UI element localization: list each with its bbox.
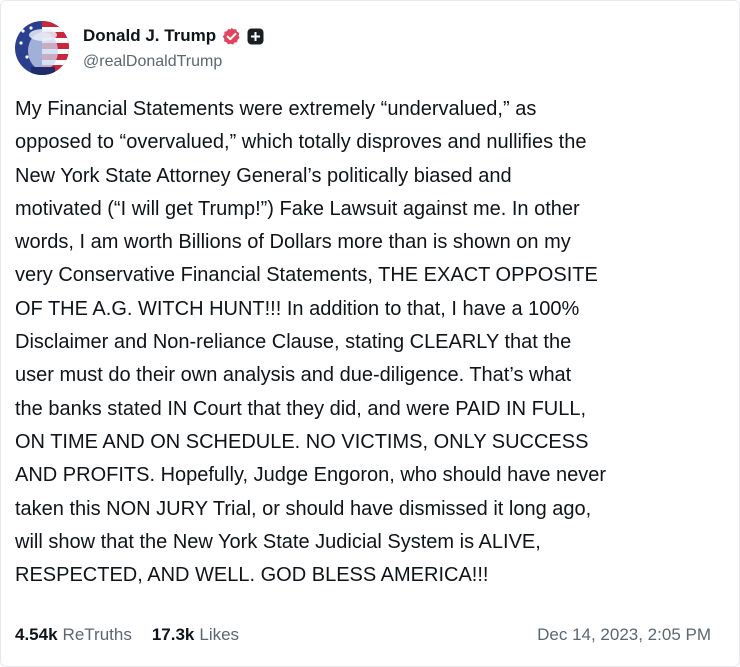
author-display-name[interactable]: Donald J. Trump — [83, 26, 216, 46]
post-text-line: AND PROFITS. Hopefully, Judge Engoron, w… — [15, 464, 607, 487]
post-card: Donald J. Trump @realDonaldTrump My Fina… — [0, 0, 740, 667]
retruths-count: 4.54k — [15, 625, 58, 644]
post-text-line: Disclaimer and Non-reliance Clause, stat… — [15, 331, 572, 354]
likes-stat[interactable]: 17.3k Likes — [152, 625, 239, 645]
likes-count: 17.3k — [151, 625, 195, 644]
post-text-line: very Conservative Financial Statements, … — [15, 264, 598, 287]
author-handle[interactable]: @realDonaldTrump — [83, 53, 264, 71]
name-row: Donald J. Trump — [83, 25, 264, 47]
post-footer: 4.54k ReTruths 17.3k Likes Dec 14, 2023,… — [15, 625, 711, 645]
post-text-line: New York State Attorney General’s politi… — [15, 164, 512, 187]
post-text-line: motivated (“I will get Trump!”) Fake Law… — [15, 197, 580, 220]
post-text-line: words, I am worth Billions of Dollars mo… — [15, 231, 571, 254]
post-text-line: OF THE A.G. WITCH HUNT!!! In addition to… — [15, 297, 580, 320]
post-text-line: will show that the New York State Judici… — [15, 530, 541, 553]
author-info: Donald J. Trump @realDonaldTrump — [83, 25, 264, 71]
plus-badge-icon — [247, 28, 264, 45]
post-text-line: RESPECTED, AND WELL. GOD BLESS AMERICA!!… — [15, 564, 489, 587]
post-timestamp[interactable]: Dec 14, 2023, 2:05 PM — [537, 625, 711, 645]
avatar-image — [15, 21, 69, 75]
retruths-stat[interactable]: 4.54k ReTruths — [15, 625, 132, 645]
post-text-line: the banks stated IN Court that they did,… — [15, 397, 587, 420]
likes-label: Likes — [199, 625, 240, 644]
verified-badge-icon — [222, 27, 241, 46]
post-body-text: My Financial Statements were extremely “… — [15, 93, 721, 592]
post-text-line: My Financial Statements were extremely “… — [15, 98, 537, 120]
avatar[interactable] — [15, 21, 69, 75]
post-header: Donald J. Trump @realDonaldTrump — [15, 21, 264, 75]
post-stats: 4.54k ReTruths 17.3k Likes — [15, 625, 239, 645]
post-text-line: taken this NON JURY Trial, or should hav… — [15, 497, 592, 520]
post-text-line: user must do their own analysis and due-… — [15, 364, 572, 387]
post-text-line: ON TIME AND ON SCHEDULE. NO VICTIMS, ONL… — [15, 430, 589, 453]
post-text-line: opposed to “overvalued,” which totally d… — [15, 131, 587, 154]
retruths-label: ReTruths — [62, 625, 132, 644]
